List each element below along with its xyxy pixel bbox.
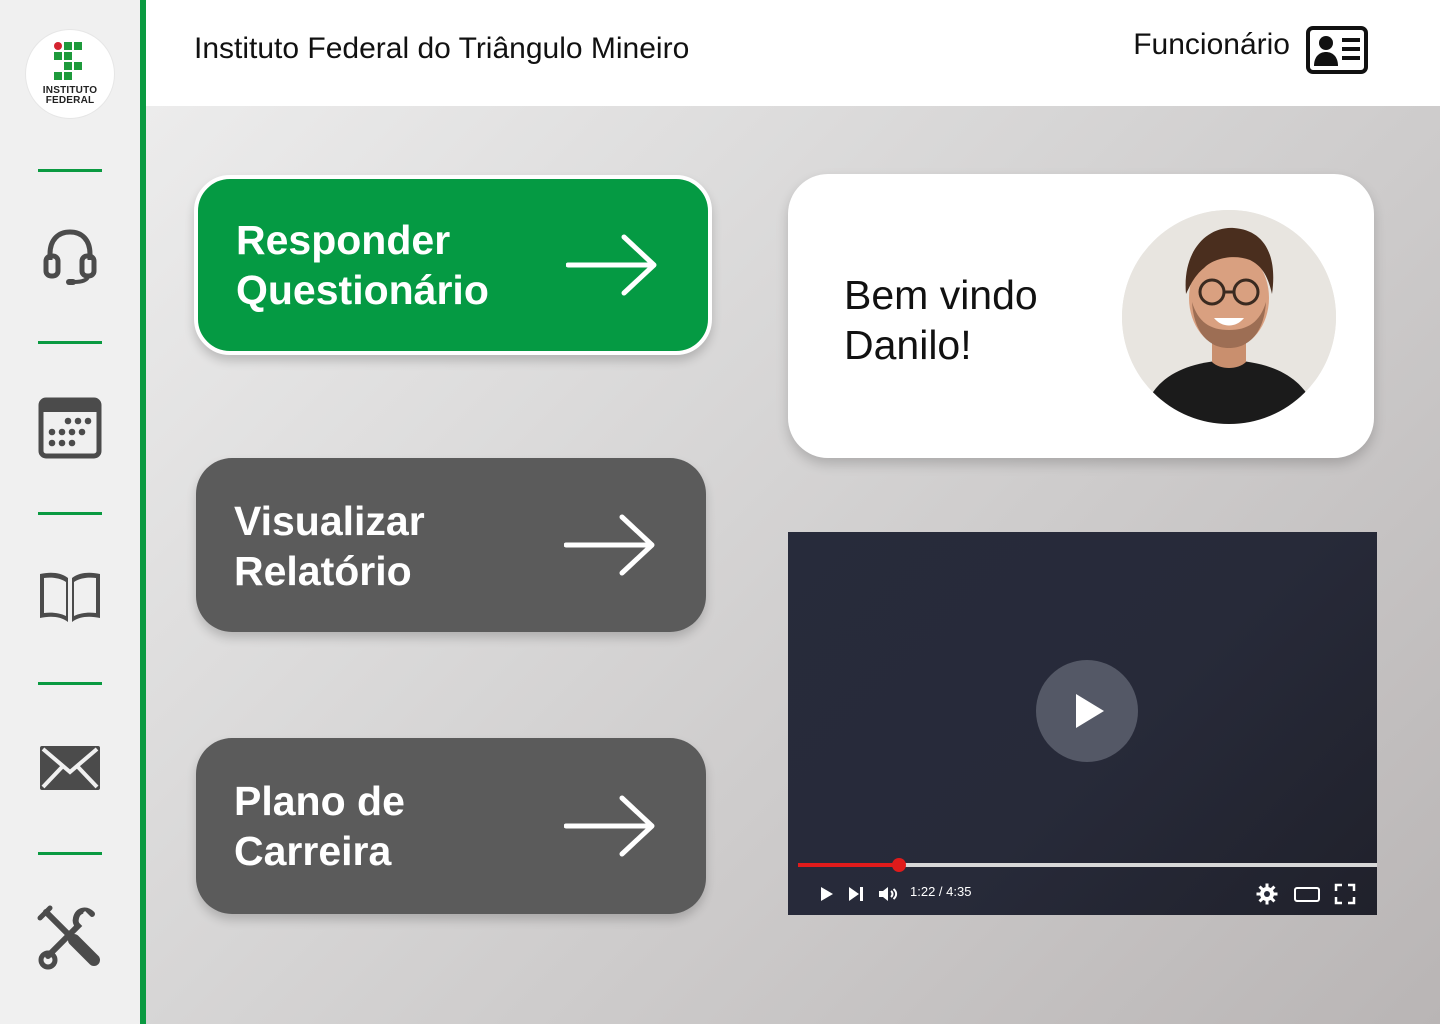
play-icon	[1076, 694, 1104, 728]
sidebar-divider	[38, 169, 102, 172]
sidebar-divider	[38, 512, 102, 515]
button-label-line2: Carreira	[234, 828, 392, 874]
theater-mode-icon[interactable]	[1293, 882, 1321, 906]
mail-icon[interactable]	[36, 736, 104, 804]
avatar[interactable]	[1122, 210, 1336, 424]
button-label-line2: Questionário	[236, 267, 489, 313]
arrow-right-icon	[566, 234, 657, 296]
button-label-line1: Visualizar	[234, 498, 425, 544]
play-overlay-button[interactable]	[1036, 660, 1138, 762]
sidebar-divider	[38, 682, 102, 685]
institute-logo[interactable]: INSTITUTO FEDERAL	[26, 30, 114, 118]
id-card-icon[interactable]	[1306, 26, 1368, 74]
welcome-text-line2: Danilo!	[844, 322, 972, 368]
answer-questionnaire-button[interactable]: Responder Questionário	[194, 175, 712, 355]
volume-icon[interactable]	[876, 882, 900, 906]
play-icon[interactable]	[814, 882, 838, 906]
video-player[interactable]: 1:22 / 4:35	[788, 532, 1377, 915]
sidebar-divider	[38, 341, 102, 344]
calendar-icon[interactable]	[36, 394, 104, 462]
arrow-right-icon	[564, 514, 655, 576]
view-report-button[interactable]: Visualizar Relatório	[196, 458, 706, 632]
button-label-line1: Responder	[236, 217, 451, 263]
button-label-line2: Relatório	[234, 548, 412, 594]
next-track-icon[interactable]	[844, 882, 868, 906]
career-plan-button[interactable]: Plano de Carreira	[196, 738, 706, 914]
video-time: 1:22 / 4:35	[910, 884, 972, 899]
arrow-right-icon	[564, 795, 655, 857]
sidebar-accent-border	[140, 0, 146, 1024]
progress-fill	[798, 863, 899, 867]
settings-gear-icon[interactable]	[1255, 882, 1279, 906]
top-bar: Instituto Federal do Triângulo Mineiro F…	[146, 0, 1440, 106]
logo-text-line2: FEDERAL	[45, 95, 95, 106]
welcome-card: Bem vindo Danilo!	[788, 174, 1374, 458]
progress-scrubber[interactable]	[892, 858, 906, 872]
page-title: Instituto Federal do Triângulo Mineiro	[194, 32, 690, 65]
sidebar-divider	[38, 852, 102, 855]
logo-mark	[54, 42, 86, 82]
sidebar: INSTITUTO FEDERAL	[0, 0, 140, 1024]
welcome-text-line1: Bem vindo	[844, 272, 1038, 318]
button-label-line1: Plano de	[234, 778, 405, 824]
fullscreen-icon[interactable]	[1333, 882, 1357, 906]
book-icon[interactable]	[36, 564, 104, 632]
tools-icon[interactable]	[36, 904, 104, 972]
headset-icon[interactable]	[36, 222, 104, 290]
user-role-label[interactable]: Funcionário	[1133, 28, 1290, 62]
